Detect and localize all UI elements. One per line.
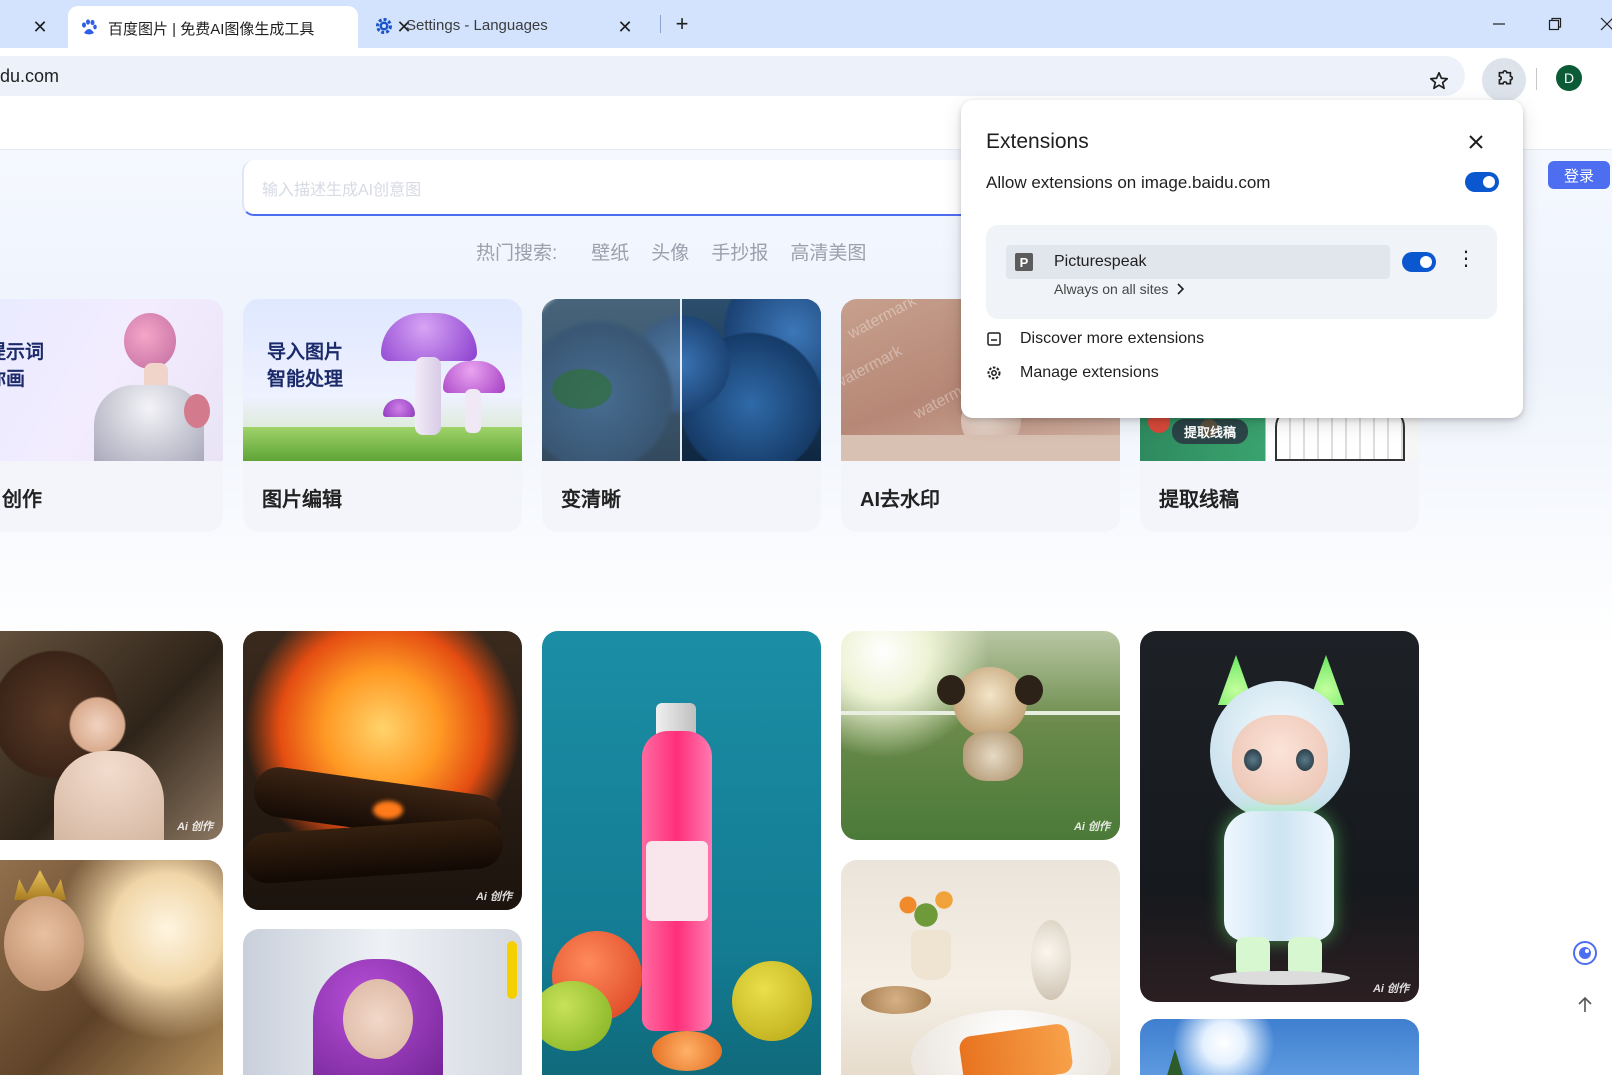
extension-row-picturespeak[interactable]: P Picturespeak bbox=[1006, 245, 1390, 279]
site-access-text: Always on all sites bbox=[1054, 281, 1169, 297]
popup-close-button[interactable] bbox=[1464, 130, 1488, 154]
toolbar-separator bbox=[1536, 68, 1537, 90]
feature-image bbox=[542, 299, 821, 461]
feature-label: AI去水印 bbox=[860, 489, 940, 511]
chevron-right-icon bbox=[1177, 283, 1185, 295]
tab-separator bbox=[660, 15, 661, 33]
picturespeak-icon: P bbox=[1015, 253, 1033, 271]
gallery-image[interactable] bbox=[0, 860, 223, 1075]
hot-search-link[interactable]: 手抄报 bbox=[711, 238, 768, 265]
popup-title: Extensions bbox=[986, 130, 1089, 153]
minimize-button[interactable] bbox=[1484, 10, 1514, 38]
feature-label: 提取线稿 bbox=[1159, 489, 1239, 511]
ai-create-tag: Ai 创作 bbox=[475, 891, 512, 903]
watermark-text: watermark bbox=[845, 299, 920, 343]
extension-name: Picturespeak bbox=[1054, 253, 1147, 270]
address-bar[interactable]: du.com bbox=[0, 56, 1465, 96]
tab-strip: ✕ 百度图片 | 免费AI图像生成工具 ✕ Settings - Languag… bbox=[0, 0, 1612, 48]
hot-search-link[interactable]: 头像 bbox=[651, 238, 689, 265]
browser-toolbar: du.com bbox=[0, 48, 1612, 100]
extensions-popup: Extensions Allow extensions on image.bai… bbox=[961, 100, 1523, 418]
manage-extensions-link[interactable]: Manage extensions bbox=[986, 364, 1159, 382]
ai-assistant-button[interactable] bbox=[1568, 936, 1602, 970]
allow-extensions-label: Allow extensions on image.baidu.com bbox=[986, 173, 1271, 192]
hot-searches: 热门搜索: 壁纸 头像 手抄报 高清美图 bbox=[476, 238, 866, 265]
login-button[interactable]: 登录 bbox=[1548, 161, 1610, 189]
ai-create-tag: Ai 创作 bbox=[176, 821, 213, 833]
tab-title: Settings - Languages bbox=[406, 17, 548, 34]
close-icon bbox=[1469, 135, 1483, 149]
back-to-top-button[interactable] bbox=[1568, 988, 1602, 1022]
new-tab-button[interactable]: + bbox=[670, 13, 694, 37]
web-store-icon bbox=[987, 332, 1001, 346]
tab-settings-languages[interactable]: Settings - Languages ✕ bbox=[362, 6, 652, 48]
gallery-image[interactable]: Ai 创作 bbox=[841, 631, 1120, 840]
extensions-puzzle-button[interactable] bbox=[1482, 58, 1526, 102]
gallery-image[interactable]: Ai 创作 bbox=[0, 631, 223, 840]
watermark-text: watermark bbox=[841, 342, 906, 393]
tab-baidu-image[interactable]: 百度图片 | 免费AI图像生成工具 ✕ bbox=[68, 6, 412, 48]
tab-close-button[interactable]: ✕ bbox=[614, 16, 636, 38]
puzzle-icon bbox=[1498, 70, 1514, 85]
baidu-paw-icon bbox=[80, 19, 98, 41]
assistant-icon bbox=[1573, 941, 1597, 965]
gallery-image[interactable] bbox=[841, 860, 1120, 1075]
manage-extensions-label: Manage extensions bbox=[1020, 364, 1159, 381]
url-text: du.com bbox=[0, 66, 60, 86]
discover-extensions-link[interactable]: Discover more extensions bbox=[986, 330, 1204, 348]
gallery-image[interactable] bbox=[542, 631, 821, 1075]
ai-create-tag: Ai 创作 bbox=[1073, 821, 1110, 833]
extension-more-icon[interactable]: ⋮ bbox=[1456, 249, 1476, 269]
discover-extensions-label: Discover more extensions bbox=[1020, 330, 1205, 347]
tab-close-button[interactable]: ✕ bbox=[29, 16, 51, 38]
arrow-up-icon bbox=[1578, 996, 1592, 1012]
tab-title: 百度图片 | 免费AI图像生成工具 bbox=[108, 21, 315, 38]
feature-label: 创作 bbox=[2, 489, 42, 511]
feature-card-enhance[interactable]: 变清晰 bbox=[542, 299, 821, 532]
feature-card-ai-create[interactable]: 入提示词 帮你画 创作 bbox=[0, 299, 223, 532]
settings-gear-icon bbox=[374, 16, 394, 40]
restore-button[interactable] bbox=[1540, 10, 1570, 38]
hot-search-link[interactable]: 高清美图 bbox=[790, 238, 866, 265]
toggle-knob bbox=[1420, 256, 1432, 268]
extension-toggle[interactable] bbox=[1402, 252, 1436, 272]
gallery-image[interactable]: Ai 创作 bbox=[1140, 631, 1419, 1002]
close-window-button[interactable] bbox=[1592, 10, 1612, 38]
search-placeholder: 输入描述生成AI创意图 bbox=[262, 182, 422, 199]
gear-icon bbox=[987, 366, 1001, 380]
allow-extensions-toggle[interactable] bbox=[1465, 172, 1499, 192]
line-art-badge: 提取线稿 bbox=[1172, 419, 1249, 444]
feature-card-image-edit[interactable]: 导入图片 智能处理 图片编辑 bbox=[243, 299, 522, 532]
hot-searches-label: 热门搜索: bbox=[476, 243, 558, 264]
feature-overlay-text: 入提示词 帮你画 bbox=[0, 342, 45, 390]
site-access-link[interactable]: Always on all sites bbox=[1054, 281, 1185, 297]
gallery-image[interactable] bbox=[243, 929, 522, 1075]
feature-overlay-text: 导入图片 智能处理 bbox=[267, 342, 344, 390]
tab-previous[interactable]: ✕ bbox=[0, 6, 66, 48]
gallery-image[interactable]: Ai 创作 bbox=[243, 631, 522, 910]
browser-menu-icon[interactable]: ⋮ bbox=[1604, 64, 1612, 85]
extension-card: P Picturespeak ⋮ Always on all sites bbox=[986, 225, 1497, 319]
profile-avatar[interactable]: D bbox=[1556, 65, 1582, 91]
feature-label: 图片编辑 bbox=[262, 489, 342, 511]
search-input[interactable]: 输入描述生成AI创意图 bbox=[242, 160, 1002, 216]
gallery-image[interactable] bbox=[1140, 1019, 1419, 1075]
toggle-knob bbox=[1483, 176, 1495, 188]
bookmark-star-icon[interactable] bbox=[1424, 66, 1454, 96]
hot-search-link[interactable]: 壁纸 bbox=[591, 238, 629, 265]
feature-label: 变清晰 bbox=[561, 489, 621, 511]
ai-create-tag: Ai 创作 bbox=[1372, 983, 1409, 995]
